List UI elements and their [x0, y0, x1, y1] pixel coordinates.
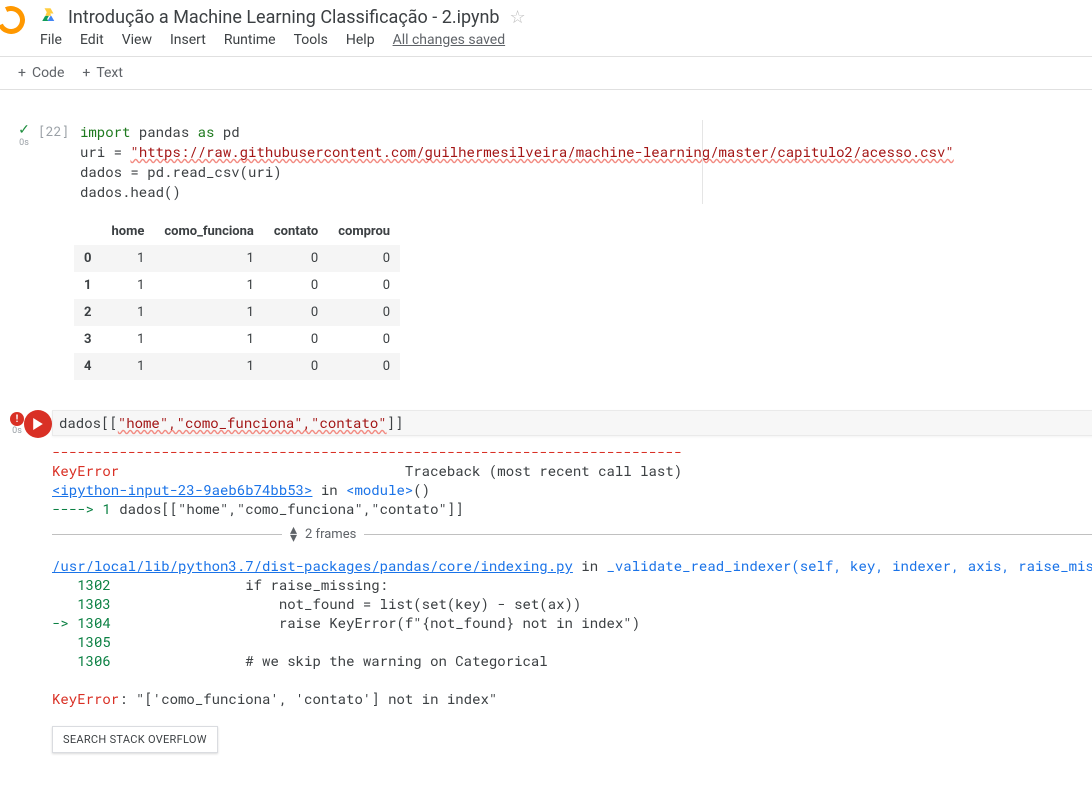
menu-help[interactable]: Help [346, 32, 375, 48]
save-status[interactable]: All changes saved [393, 32, 506, 48]
menu-file[interactable]: File [40, 32, 62, 48]
traceback-file-link[interactable]: /usr/local/lib/python3.7/dist-packages/p… [52, 556, 573, 575]
code-editor[interactable]: import pandas as pd uri = "https://raw.g… [74, 120, 1072, 204]
cell-output: ----------------------------------------… [52, 436, 1092, 518]
exec-time: 0s [19, 138, 29, 148]
drive-icon [40, 6, 58, 28]
check-icon: ✓ [18, 122, 30, 138]
menu-edit[interactable]: Edit [80, 32, 104, 48]
error-icon: ! [10, 412, 24, 426]
document-title[interactable]: Introdução a Machine Learning Classifica… [68, 7, 500, 28]
code-editor[interactable]: dados[["home","como_funciona","contato"]… [52, 410, 1092, 436]
cell-prompt: [22] [38, 120, 74, 380]
menu-runtime[interactable]: Runtime [224, 32, 276, 48]
menu-view[interactable]: View [122, 32, 152, 48]
search-stackoverflow-button[interactable]: SEARCH STACK OVERFLOW [52, 726, 218, 753]
menu-tools[interactable]: Tools [294, 32, 328, 48]
cell-output: /usr/local/lib/python3.7/dist-packages/p… [52, 550, 1092, 708]
add-text-button[interactable]: + Text [82, 65, 123, 81]
output-dataframe: home como_funciona contato comprou 01100… [74, 218, 400, 380]
menu-insert[interactable]: Insert [170, 32, 206, 48]
colab-logo-icon [0, 2, 29, 38]
menubar: File Edit View Insert Runtime Tools Help… [40, 30, 1084, 56]
run-button[interactable] [24, 410, 52, 438]
expand-icon: ▴▾ [290, 526, 297, 542]
star-icon[interactable]: ☆ [510, 7, 526, 28]
frames-expander[interactable]: ▴▾ 2 frames [52, 526, 1092, 542]
exec-time: 0s [12, 426, 22, 436]
traceback-link[interactable]: <ipython-input-23-9aeb6b74bb53> [52, 480, 312, 499]
add-code-button[interactable]: + Code [18, 65, 64, 81]
